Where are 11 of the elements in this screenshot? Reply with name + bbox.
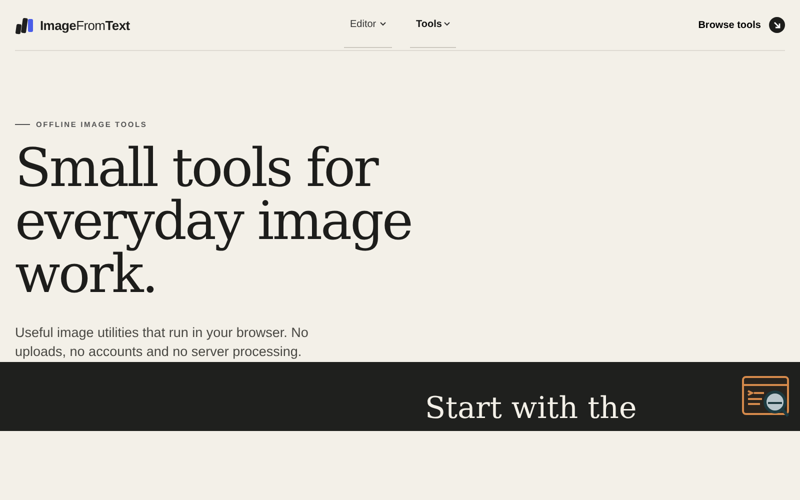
nav-tab[interactable]: Tools (410, 2, 456, 48)
chevron-icon (380, 22, 386, 26)
logo-text: ImageFromText (40, 18, 130, 32)
browse-tools-button[interactable]: Browse tools (698, 17, 785, 33)
hero-lead: Useful image utilities that run in your browser. No uploads, no accounts and no server processing. (15, 324, 310, 361)
code-search-icon (742, 376, 792, 420)
section-heading: Start with the (425, 392, 637, 426)
logo-icon (15, 16, 34, 34)
hero-title: Small tools for everyday image work. (15, 142, 412, 301)
chevron-icon (444, 22, 450, 26)
nav-tab[interactable]: Editor (344, 2, 392, 48)
